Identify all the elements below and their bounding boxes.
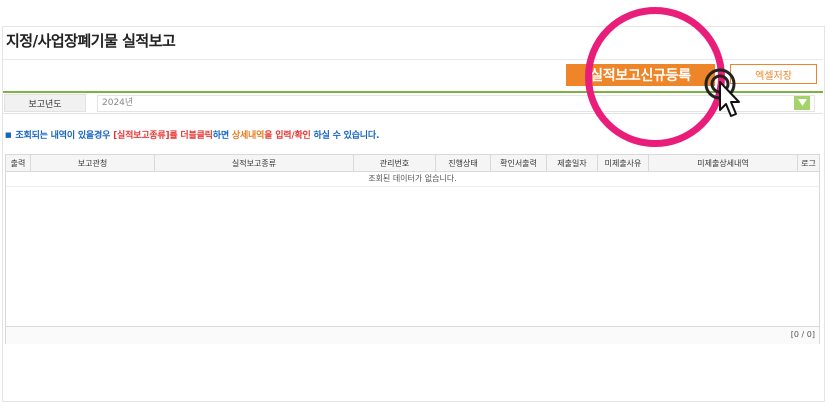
column-header-management-number[interactable]: 관리번호 — [354, 155, 436, 171]
notice-text: 하면 — [212, 131, 232, 141]
pointer-hand-icon — [704, 68, 744, 124]
bullet-icon: ■ — [5, 131, 12, 139]
notice-text: 하실 수 있습니다. — [310, 131, 380, 141]
column-header-print[interactable]: 출력 — [6, 155, 31, 171]
dropdown-arrow-icon[interactable] — [794, 96, 810, 110]
pager-count: [0 / 0] — [790, 330, 815, 339]
notice-text: 조회되는 내역이 있을경우 — [15, 131, 114, 141]
page-title: 지정/사업장폐기물 실적보고 — [6, 32, 176, 50]
grid-header: 출력 보고관청 실적보고종류 관리번호 진행상태 확인서출력 제출일자 미제출사… — [6, 155, 819, 172]
report-year-label: 보고년도 — [4, 94, 86, 112]
column-header-log[interactable]: 로그 — [798, 155, 819, 171]
notice-report-type: [실적보고종류] — [113, 131, 170, 141]
column-header-submit-date[interactable]: 제출일자 — [547, 155, 598, 171]
notice-detail: 상세내역 — [231, 131, 265, 141]
column-header-nonsubmit-detail[interactable]: 미제출상세내역 — [649, 155, 798, 171]
usage-notice: ■ 조회되는 내역이 있을경우 [실적보고종류]를 더블클릭하면 상세내역을 입력… — [5, 128, 379, 141]
column-header-status[interactable]: 진행상태 — [436, 155, 491, 171]
notice-double-click: 를 더블클릭 — [169, 131, 213, 141]
report-grid: 출력 보고관청 실적보고종류 관리번호 진행상태 확인서출력 제출일자 미제출사… — [5, 154, 820, 344]
grid-footer: [0 / 0] — [6, 326, 819, 344]
column-header-certificate-print[interactable]: 확인서출력 — [491, 155, 547, 171]
column-header-report-type[interactable]: 실적보고종류 — [155, 155, 354, 171]
column-header-nonsubmit-reason[interactable]: 미제출사유 — [598, 155, 649, 171]
empty-message: 조회된 데이터가 없습니다. — [6, 172, 819, 187]
column-header-authority[interactable]: 보고관청 — [31, 155, 155, 171]
notice-input: 을 입력/확인 — [264, 131, 311, 141]
